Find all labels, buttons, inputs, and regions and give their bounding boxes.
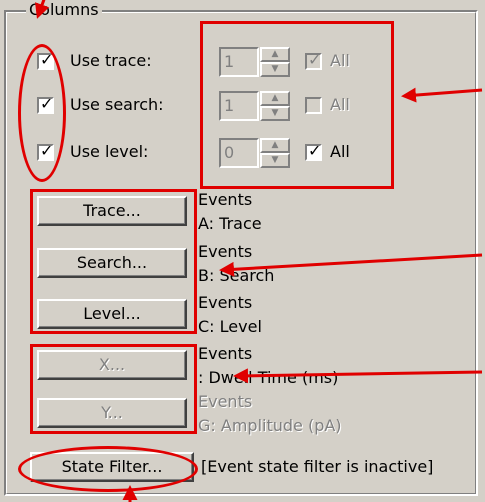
arrow-to-dwell-time <box>233 368 483 384</box>
arrow-to-event-list <box>219 253 483 277</box>
annotation-arrows <box>35 0 483 502</box>
arrow-to-columns-title <box>35 0 50 19</box>
arrow-to-spinner-area <box>401 87 483 103</box>
